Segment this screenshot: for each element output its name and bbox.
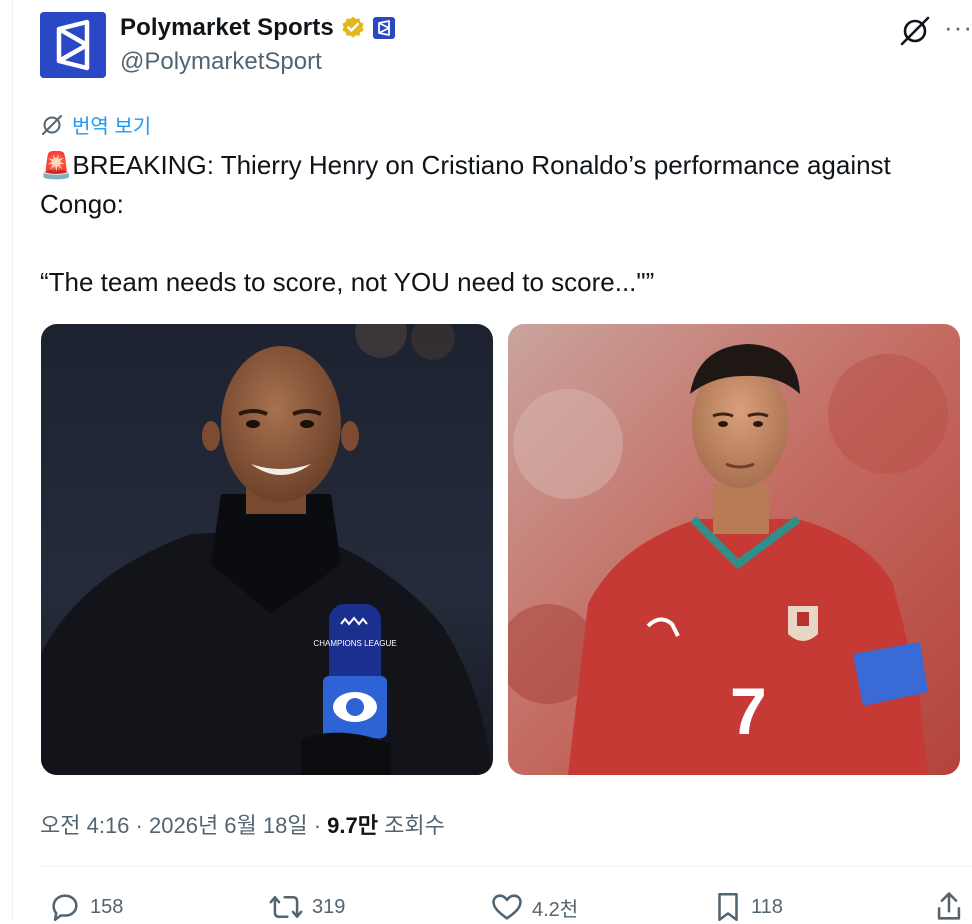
tweet-date[interactable]: 2026년 6월 18일 (149, 813, 308, 838)
tweet-time[interactable]: 오전 4:16 (40, 813, 129, 838)
mic-flag-text: CHAMPIONS LEAGUE (313, 639, 396, 648)
translate-icon (42, 114, 62, 135)
henry-photo: CHAMPIONS LEAGUE (41, 324, 493, 775)
meta-separator: · (135, 813, 143, 838)
bookmark-icon (718, 892, 738, 922)
ronaldo-photo: 7 (508, 324, 960, 775)
photo-cristiano-ronaldo[interactable]: 7 (508, 324, 960, 775)
verified-badge-icon[interactable] (340, 15, 366, 41)
repost-icon (269, 896, 303, 918)
reply-icon (52, 894, 78, 922)
reply-count: 158 (90, 895, 124, 918)
left-border (12, 0, 13, 922)
more-icon[interactable]: ··· (944, 14, 972, 40)
bookmark-button[interactable]: 118 (713, 890, 783, 924)
tweet-text: 🚨BREAKING: Thierry Henry on Cristiano Ro… (40, 146, 972, 302)
view-count: 9.7만 (327, 813, 378, 838)
siren-emoji: 🚨 (40, 150, 73, 180)
repost-count: 319 (312, 895, 346, 918)
author-name-row[interactable]: Polymarket Sports (120, 14, 396, 42)
tweet-quote: “The team needs to score, not YOU need t… (40, 267, 655, 297)
grok-icon[interactable] (898, 14, 932, 48)
share-button[interactable] (934, 890, 964, 924)
avatar[interactable] (40, 12, 106, 78)
photo-thierry-henry[interactable]: CHAMPIONS LEAGUE (41, 324, 493, 775)
meta-separator: · (313, 813, 322, 838)
bookmark-count: 118 (751, 895, 783, 918)
view-label: 조회수 (384, 813, 445, 838)
tweet-line-breaking: BREAKING: Thierry Henry on Cristiano Ron… (40, 150, 899, 219)
repost-button[interactable]: 319 (268, 890, 345, 924)
like-button[interactable]: 4.2천 (490, 890, 578, 924)
polymarket-logo-icon (40, 12, 106, 78)
share-icon (937, 892, 961, 920)
reply-button[interactable]: 158 (48, 890, 123, 924)
affiliate-icon[interactable] (372, 16, 396, 40)
divider (40, 866, 972, 867)
jersey-number: 7 (730, 674, 767, 748)
tweet-meta: 오전 4:16 · 2026년 6월 18일 · 9.7만 조회수 (40, 808, 445, 840)
like-count: 4.2천 (532, 898, 579, 921)
display-name[interactable]: Polymarket Sports (120, 14, 334, 42)
author-handle[interactable]: @PolymarketSport (120, 48, 322, 76)
translate-label[interactable]: 번역 보기 (72, 110, 151, 139)
translate-link[interactable]: 번역 보기 (40, 110, 151, 139)
like-icon (492, 894, 522, 920)
